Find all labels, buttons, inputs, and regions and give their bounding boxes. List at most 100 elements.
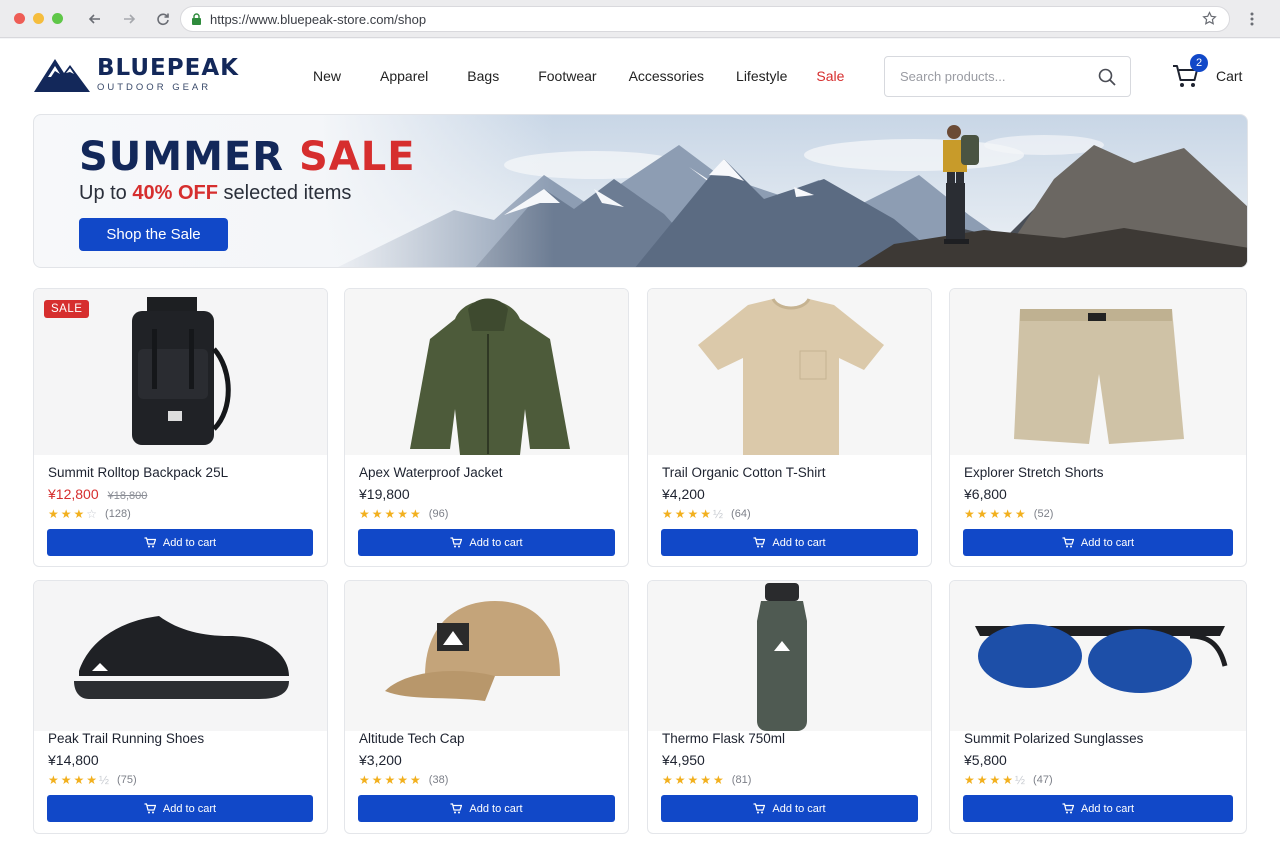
review-count: (52) <box>1033 508 1054 520</box>
address-bar[interactable]: https://www.bluepeak-store.com/shop <box>180 6 1230 32</box>
nav-item-sale[interactable]: Sale <box>816 68 844 84</box>
add-to-cart-label: Add to cart <box>162 536 217 549</box>
banner-discount: 40% OFF <box>132 182 218 204</box>
product-card[interactable]: Explorer Stretch Shorts ¥6,800 ★★★★★ (52… <box>949 288 1247 567</box>
cart-icon <box>450 803 463 814</box>
nav-item-accessories[interactable]: Accessories <box>629 68 704 84</box>
close-window-button[interactable] <box>14 13 25 24</box>
search-icon[interactable] <box>1098 68 1116 86</box>
browser-toolbar: https://www.bluepeak-store.com/shop <box>0 0 1280 38</box>
add-to-cart-label: Add to cart <box>1080 536 1135 549</box>
add-to-cart-label: Add to cart <box>772 536 826 549</box>
nav-item-apparel[interactable]: Apparel <box>380 68 428 84</box>
product-name[interactable]: Trail Organic Cotton T-Shirt <box>662 465 826 480</box>
cart-label: Cart <box>1216 68 1243 84</box>
product-rating: ★★★★★ (52) <box>964 507 1053 521</box>
add-to-cart-button[interactable]: Add to cart <box>358 795 615 822</box>
product-image[interactable] <box>345 581 628 731</box>
nav-item-lifestyle[interactable]: Lifestyle <box>736 68 787 84</box>
review-count: (47) <box>1033 774 1053 786</box>
review-count: (128) <box>105 508 131 520</box>
cart-button[interactable]: 2 Cart <box>1172 54 1243 89</box>
tshirt-image <box>648 289 931 455</box>
review-count: (75) <box>117 774 137 786</box>
browser-menu-icon[interactable] <box>1250 12 1254 26</box>
product-price: ¥19,800 <box>359 486 410 502</box>
product-card[interactable]: Apex Waterproof Jacket ¥19,800 ★★★★★ (96… <box>344 288 629 567</box>
product-name[interactable]: Thermo Flask 750ml <box>662 731 785 746</box>
add-to-cart-label: Add to cart <box>772 802 826 815</box>
add-to-cart-button[interactable]: Add to cart <box>963 795 1233 822</box>
add-to-cart-button[interactable]: Add to cart <box>358 529 615 556</box>
cart-icon <box>753 803 766 814</box>
sunglasses-image <box>950 581 1246 731</box>
brand-logo[interactable]: BLUEPEAK OUTDOOR GEAR <box>33 55 239 93</box>
cart-icon <box>450 537 463 548</box>
product-card[interactable]: Altitude Tech Cap ¥3,200 ★★★★★ (38) Add … <box>344 580 629 834</box>
banner-sub-prefix: Up to <box>79 182 127 204</box>
cart-count-badge: 2 <box>1190 54 1208 72</box>
price-row: ¥5,800 <box>964 752 1007 768</box>
add-to-cart-button[interactable]: Add to cart <box>47 795 313 822</box>
shop-the-sale-button[interactable]: Shop the Sale <box>79 218 228 251</box>
search-input[interactable]: Search products... <box>884 56 1131 97</box>
product-image[interactable] <box>648 289 931 455</box>
product-card[interactable]: SALE Summit Rolltop Backpack 25L ¥12,800… <box>33 288 328 567</box>
product-name[interactable]: Explorer Stretch Shorts <box>964 465 1104 480</box>
product-rating: ★★★★★ (96) <box>359 507 448 521</box>
nav-item-bags[interactable]: Bags <box>467 68 499 84</box>
product-image[interactable] <box>34 581 327 731</box>
add-to-cart-button[interactable]: Add to cart <box>963 529 1233 556</box>
product-price: ¥14,800 <box>48 752 99 768</box>
review-count: (64) <box>731 508 751 520</box>
product-rating: ★★★★★ (81) <box>662 773 751 787</box>
product-price: ¥5,800 <box>964 752 1007 768</box>
brand-tagline: OUTDOOR GEAR <box>97 81 212 93</box>
window-controls <box>14 13 63 24</box>
product-name[interactable]: Summit Rolltop Backpack 25L <box>48 465 228 480</box>
rating-stars: ★★★★★ <box>359 507 423 521</box>
arrow-left-icon <box>88 13 100 24</box>
cart-icon <box>144 803 156 814</box>
product-name[interactable]: Summit Polarized Sunglasses <box>964 731 1143 746</box>
bookmark-star-icon[interactable] <box>1202 11 1217 26</box>
product-card[interactable]: Summit Polarized Sunglasses ¥5,800 ★★★★½… <box>949 580 1247 834</box>
product-card[interactable]: Trail Organic Cotton T-Shirt ¥4,200 ★★★★… <box>647 288 932 567</box>
flask-image <box>648 581 931 731</box>
minimize-window-button[interactable] <box>33 13 44 24</box>
back-button[interactable] <box>85 9 105 29</box>
product-price: ¥6,800 <box>964 486 1007 502</box>
cap-image <box>345 581 628 731</box>
product-image[interactable] <box>950 289 1246 455</box>
main-nav: New Apparel Bags Footwear Accessories Li… <box>313 68 844 84</box>
review-count: (81) <box>731 774 752 786</box>
product-rating: ★★★★★ (38) <box>359 773 448 787</box>
product-name[interactable]: Altitude Tech Cap <box>359 731 465 746</box>
rating-stars: ★★★★½ <box>964 773 1028 787</box>
summer-sale-banner[interactable]: SUMMER SALE Up to 40% OFF selected items… <box>33 114 1248 268</box>
product-image[interactable] <box>950 581 1246 731</box>
nav-item-new[interactable]: New <box>313 68 341 84</box>
cart-icon <box>1062 803 1074 814</box>
product-name[interactable]: Apex Waterproof Jacket <box>359 465 503 480</box>
original-price: ¥18,800 <box>107 490 148 502</box>
running-shoes-image <box>34 581 327 731</box>
add-to-cart-button[interactable]: Add to cart <box>661 795 918 822</box>
cart-icon <box>1062 537 1074 548</box>
product-card[interactable]: Thermo Flask 750ml ¥4,950 ★★★★★ (81) Add… <box>647 580 932 834</box>
maximize-window-button[interactable] <box>52 13 63 24</box>
product-card[interactable]: Peak Trail Running Shoes ¥14,800 ★★★★½ (… <box>33 580 328 834</box>
review-count: (96) <box>428 508 449 520</box>
product-rating: ★★★★½ (47) <box>964 773 1053 787</box>
reload-button[interactable] <box>153 9 173 29</box>
product-image[interactable] <box>648 581 931 731</box>
product-image[interactable] <box>345 289 628 455</box>
banner-title-part1: SUMMER <box>79 134 285 180</box>
nav-item-footwear[interactable]: Footwear <box>538 68 596 84</box>
forward-button[interactable] <box>119 9 139 29</box>
banner-subtitle: Up to 40% OFF selected items <box>79 182 351 205</box>
add-to-cart-button[interactable]: Add to cart <box>661 529 918 556</box>
add-to-cart-button[interactable]: Add to cart <box>47 529 313 556</box>
rating-stars: ★★★★½ <box>48 773 112 787</box>
product-name[interactable]: Peak Trail Running Shoes <box>48 731 204 746</box>
